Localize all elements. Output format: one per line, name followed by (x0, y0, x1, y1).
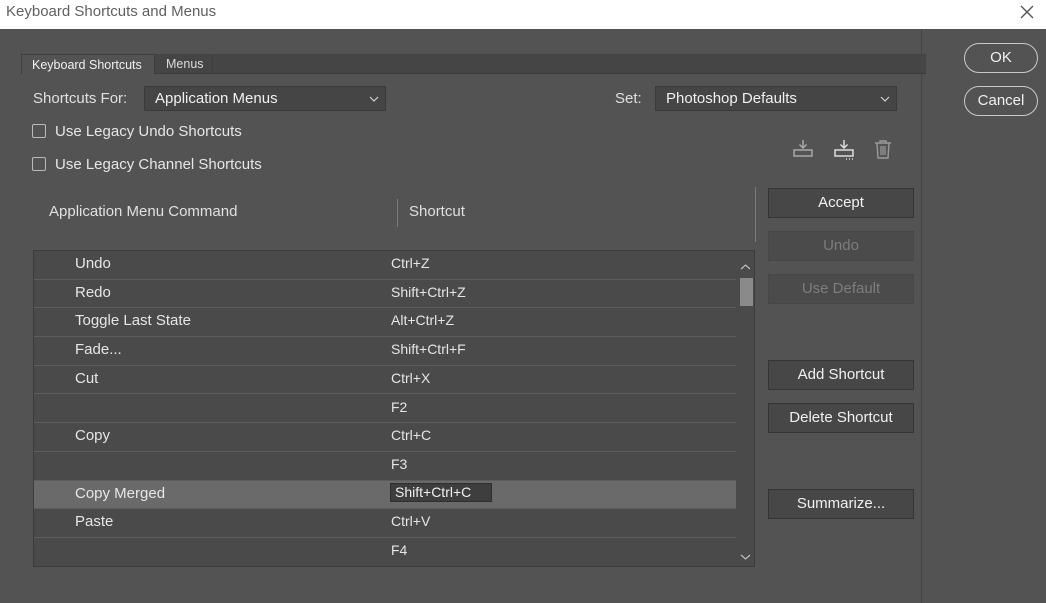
shortcut-cell[interactable]: F3 (391, 456, 407, 472)
table-row[interactable]: Copy Ctrl+C (34, 423, 736, 452)
shortcuts-table: Undo Ctrl+Z Redo Shift+Ctrl+Z Toggle Las… (33, 250, 755, 567)
chevron-down-icon (369, 87, 379, 119)
command-cell: Copy (75, 427, 111, 445)
legacy-channel-checkbox[interactable] (32, 157, 46, 171)
shortcut-cell[interactable]: Ctrl+C (391, 427, 431, 443)
shortcut-cell[interactable]: Shift+Ctrl+F (391, 341, 466, 357)
cancel-button[interactable]: Cancel (964, 86, 1038, 116)
dialog-body: Keyboard Shortcuts Menus Shortcuts For: … (0, 29, 926, 603)
shortcut-cell[interactable]: F4 (391, 542, 407, 558)
summarize-button[interactable]: Summarize... (768, 489, 914, 519)
header-command[interactable]: Application Menu Command (49, 203, 237, 220)
command-cell: Toggle Last State (75, 312, 191, 330)
save-set-icon[interactable] (791, 137, 815, 161)
command-cell: Paste (75, 513, 114, 531)
shortcut-cell[interactable]: Ctrl+X (391, 370, 430, 386)
table-row[interactable]: F3 (34, 451, 736, 481)
command-cell: Fade... (75, 341, 122, 359)
close-icon[interactable] (1016, 1, 1038, 23)
scroll-down-icon[interactable] (740, 549, 751, 560)
shortcuts-for-value: Application Menus (155, 90, 278, 107)
chevron-down-icon (880, 87, 890, 119)
table-header: Application Menu Command Shortcut (33, 187, 756, 249)
table-scrollbar[interactable] (736, 251, 754, 566)
shortcuts-for-label: Shortcuts For: (33, 90, 128, 107)
delete-shortcut-button[interactable]: Delete Shortcut (768, 403, 914, 433)
title-bar: Keyboard Shortcuts and Menus (0, 0, 1046, 29)
command-cell: Redo (75, 283, 111, 301)
legacy-undo-option[interactable]: Use Legacy Undo Shortcuts (32, 122, 242, 140)
legacy-channel-label: Use Legacy Channel Shortcuts (55, 155, 262, 173)
table-row[interactable]: F4 (34, 538, 736, 566)
table-row-selected[interactable]: Copy Merged Shift+Ctrl+C (34, 480, 736, 510)
legacy-undo-label: Use Legacy Undo Shortcuts (55, 122, 242, 140)
scroll-up-icon[interactable] (740, 259, 751, 270)
command-cell: Copy Merged (75, 484, 166, 502)
table-row[interactable]: Fade... Shift+Ctrl+F (34, 337, 736, 366)
table-row[interactable]: F2 (34, 394, 736, 424)
undo-button[interactable]: Undo (768, 231, 914, 261)
tab-keyboard-shortcuts[interactable]: Keyboard Shortcuts (21, 54, 155, 74)
header-shortcut[interactable]: Shortcut (409, 203, 465, 220)
command-cell: Undo (75, 255, 111, 272)
tab-menus[interactable]: Menus (156, 54, 213, 74)
shortcut-cell[interactable]: F2 (391, 399, 407, 415)
tab-bar: Keyboard Shortcuts Menus (21, 54, 926, 74)
command-cell: Cut (75, 369, 99, 387)
table-row[interactable]: Paste Ctrl+V (34, 509, 736, 538)
shortcut-cell[interactable]: Shift+Ctrl+Z (391, 284, 466, 300)
use-default-button[interactable]: Use Default (768, 274, 914, 304)
shortcut-edit-field[interactable]: Shift+Ctrl+C (390, 482, 492, 502)
set-label: Set: (615, 90, 642, 107)
add-shortcut-button[interactable]: Add Shortcut (768, 360, 914, 390)
scrollbar-thumb[interactable] (740, 278, 753, 306)
save-set-as-icon[interactable] (832, 137, 856, 161)
table-row[interactable]: Redo Shift+Ctrl+Z (34, 279, 736, 309)
shortcut-cell[interactable]: Ctrl+V (391, 513, 430, 529)
ok-button[interactable]: OK (964, 43, 1038, 73)
accept-button[interactable]: Accept (768, 188, 914, 218)
table-row[interactable]: Toggle Last State Alt+Ctrl+Z (34, 308, 736, 338)
set-value: Photoshop Defaults (666, 90, 797, 107)
table-row[interactable]: Cut Ctrl+X (34, 365, 736, 395)
column-divider (397, 199, 398, 227)
shortcut-cell[interactable]: Alt+Ctrl+Z (391, 312, 454, 328)
table-row[interactable]: Undo Ctrl+Z (34, 251, 736, 280)
header-right-divider (755, 187, 756, 242)
set-select[interactable]: Photoshop Defaults (655, 86, 897, 111)
legacy-channel-option[interactable]: Use Legacy Channel Shortcuts (32, 155, 262, 173)
window-title: Keyboard Shortcuts and Menus (6, 3, 217, 20)
shortcut-cell[interactable]: Ctrl+Z (391, 255, 430, 271)
shortcuts-for-select[interactable]: Application Menus (144, 86, 386, 111)
legacy-undo-checkbox[interactable] (32, 124, 46, 138)
trash-icon[interactable] (871, 137, 895, 161)
